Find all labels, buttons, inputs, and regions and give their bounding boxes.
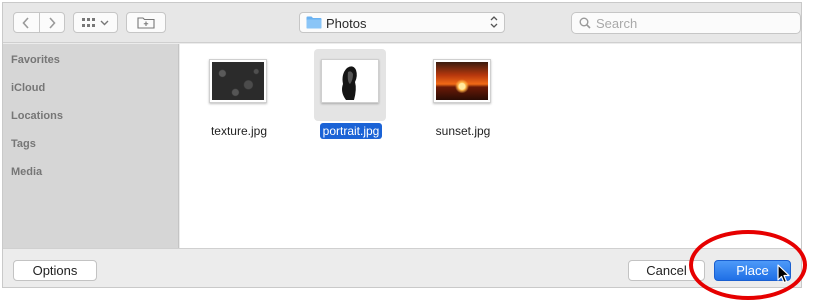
sidebar-item-tags[interactable]: Tags — [11, 138, 36, 150]
new-folder-icon — [137, 17, 155, 29]
file-item-texture[interactable]: texture.jpg — [189, 44, 289, 154]
file-thumbnail — [321, 59, 379, 103]
chevron-down-icon — [100, 20, 109, 25]
new-folder-button[interactable] — [126, 12, 166, 33]
portrait-image — [324, 62, 376, 100]
navigation-group — [13, 12, 65, 33]
sidebar-item-locations[interactable]: Locations — [11, 110, 63, 122]
dialog-footer: Options Cancel Place — [3, 248, 801, 287]
file-item-sunset[interactable]: sunset.jpg — [413, 44, 513, 154]
search-field[interactable] — [571, 12, 801, 34]
sidebar-item-favorites[interactable]: Favorites — [11, 54, 60, 66]
texture-image — [212, 62, 264, 100]
icon-grid-view-icon — [82, 17, 95, 27]
sidebar-item-media[interactable]: Media — [11, 166, 42, 178]
file-name: sunset.jpg — [435, 124, 491, 138]
mouse-pointer-icon — [777, 264, 790, 284]
sidebar-item-icloud[interactable]: iCloud — [11, 82, 45, 94]
sidebar: Favorites iCloud Locations Tags Media — [3, 44, 179, 248]
back-button[interactable] — [14, 13, 39, 32]
file-thumbnail — [209, 59, 267, 103]
options-button[interactable]: Options — [13, 260, 97, 281]
updown-chevron-icon — [490, 16, 498, 28]
chevron-left-icon — [22, 16, 30, 29]
search-input[interactable] — [596, 15, 792, 31]
file-name: texture.jpg — [210, 124, 268, 138]
view-options-button[interactable] — [73, 12, 118, 33]
folder-icon — [306, 16, 322, 29]
location-popup[interactable]: Photos — [299, 12, 505, 33]
sunset-image — [436, 62, 488, 100]
file-dialog: Photos Favorites iCloud Locations Tags M… — [2, 2, 802, 288]
toolbar: Photos — [3, 3, 801, 43]
chevron-right-icon — [49, 16, 56, 29]
search-icon — [579, 17, 591, 29]
location-label: Photos — [326, 16, 367, 31]
forward-button[interactable] — [38, 13, 64, 32]
file-thumbnail — [433, 59, 491, 103]
file-name: portrait.jpg — [319, 123, 383, 139]
file-browser: texture.jpg portrait.jpg sunset.jpg — [180, 44, 801, 248]
file-item-portrait[interactable]: portrait.jpg — [301, 44, 401, 154]
